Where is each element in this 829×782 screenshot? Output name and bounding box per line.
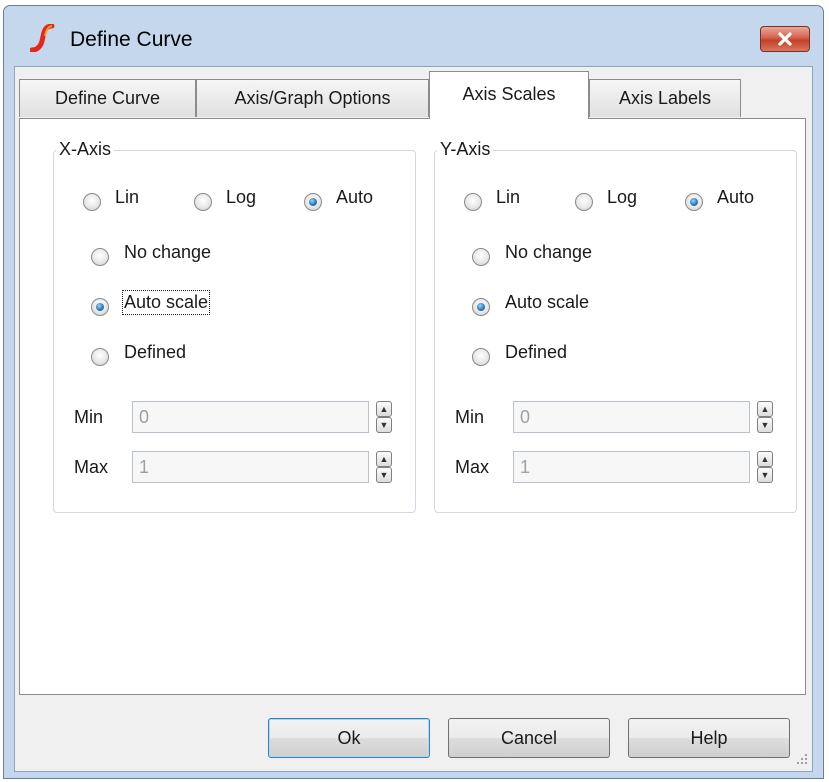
y-axis-min-spinner[interactable]: ▲ ▼ [757, 401, 773, 433]
x-axis-min-input[interactable]: 0 [132, 401, 369, 433]
tab-axis-graph-options[interactable]: Axis/Graph Options [196, 79, 429, 117]
spin-up-icon[interactable]: ▲ [376, 451, 392, 467]
x-axis-defined-label[interactable]: Defined [124, 342, 186, 363]
x-axis-min-spinner[interactable]: ▲ ▼ [376, 401, 392, 433]
y-axis-auto-scale-label[interactable]: Auto scale [505, 292, 589, 313]
spin-down-icon[interactable]: ▼ [757, 417, 773, 433]
tab-axis-labels[interactable]: Axis Labels [589, 79, 741, 117]
y-axis-no-change-label[interactable]: No change [505, 242, 592, 263]
y-axis-max-label: Max [455, 457, 490, 477]
cancel-button[interactable]: Cancel [448, 718, 610, 758]
button-bar: Ok Cancel Help [15, 696, 812, 771]
spin-down-icon[interactable]: ▼ [376, 467, 392, 483]
y-axis-auto-scale-radio[interactable] [472, 298, 490, 316]
x-axis-auto-scale-label[interactable]: Auto scale [121, 290, 211, 315]
close-icon [778, 32, 792, 46]
x-axis-min-label: Min [74, 407, 104, 427]
tab-define-curve[interactable]: Define Curve [19, 79, 196, 117]
y-axis-max-input[interactable]: 1 [513, 451, 750, 483]
spin-up-icon[interactable]: ▲ [376, 401, 392, 417]
title-bar[interactable]: Define Curve [4, 6, 823, 66]
y-axis-lin-label[interactable]: Lin [496, 187, 520, 208]
x-axis-log-label[interactable]: Log [226, 187, 256, 208]
x-axis-lin-label[interactable]: Lin [115, 187, 139, 208]
spin-down-icon[interactable]: ▼ [757, 467, 773, 483]
window-title: Define Curve [70, 28, 193, 51]
y-axis-group-label: Y-Axis [437, 139, 494, 160]
y-axis-auto-radio[interactable] [685, 193, 703, 211]
x-axis-auto-scale-radio[interactable] [91, 298, 109, 316]
x-axis-auto-label[interactable]: Auto [336, 187, 373, 208]
y-axis-defined-label[interactable]: Defined [505, 342, 567, 363]
x-axis-log-radio[interactable] [194, 193, 212, 211]
ok-button[interactable]: Ok [268, 718, 430, 758]
x-axis-max-spinner[interactable]: ▲ ▼ [376, 451, 392, 483]
spin-down-icon[interactable]: ▼ [376, 417, 392, 433]
help-button[interactable]: Help [628, 718, 790, 758]
x-axis-max-input[interactable]: 1 [132, 451, 369, 483]
x-axis-defined-radio[interactable] [91, 348, 109, 366]
y-axis-max-spinner[interactable]: ▲ ▼ [757, 451, 773, 483]
y-axis-min-input[interactable]: 0 [513, 401, 750, 433]
dialog-client-area: Define Curve Axis/Graph Options Axis Sca… [14, 66, 813, 772]
app-icon [30, 24, 55, 52]
y-axis-defined-radio[interactable] [472, 348, 490, 366]
x-axis-no-change-radio[interactable] [91, 248, 109, 266]
x-axis-lin-radio[interactable] [83, 193, 101, 211]
x-axis-no-change-label[interactable]: No change [124, 242, 211, 263]
spin-up-icon[interactable]: ▲ [757, 451, 773, 467]
x-axis-group-label: X-Axis [56, 139, 115, 160]
y-axis-lin-radio[interactable] [464, 193, 482, 211]
dialog-window: Define Curve Define Curve Axis/Graph Opt… [3, 5, 824, 779]
tab-strip: Define Curve Axis/Graph Options Axis Sca… [15, 67, 812, 119]
tab-axis-scales[interactable]: Axis Scales [429, 71, 589, 119]
y-axis-no-change-radio[interactable] [472, 248, 490, 266]
y-axis-log-label[interactable]: Log [607, 187, 637, 208]
spin-up-icon[interactable]: ▲ [757, 401, 773, 417]
axis-scales-page: X-Axis Lin Log Auto No change Auto scale… [19, 118, 806, 695]
x-axis-group: X-Axis Lin Log Auto No change Auto scale… [53, 139, 416, 513]
close-button[interactable] [760, 26, 810, 52]
y-axis-auto-label[interactable]: Auto [717, 187, 754, 208]
x-axis-auto-radio[interactable] [304, 193, 322, 211]
y-axis-log-radio[interactable] [575, 193, 593, 211]
resize-grip-icon[interactable] [796, 753, 808, 765]
y-axis-group: Y-Axis Lin Log Auto No change Auto scale… [434, 139, 797, 513]
x-axis-max-label: Max [74, 457, 109, 477]
y-axis-min-label: Min [455, 407, 485, 427]
